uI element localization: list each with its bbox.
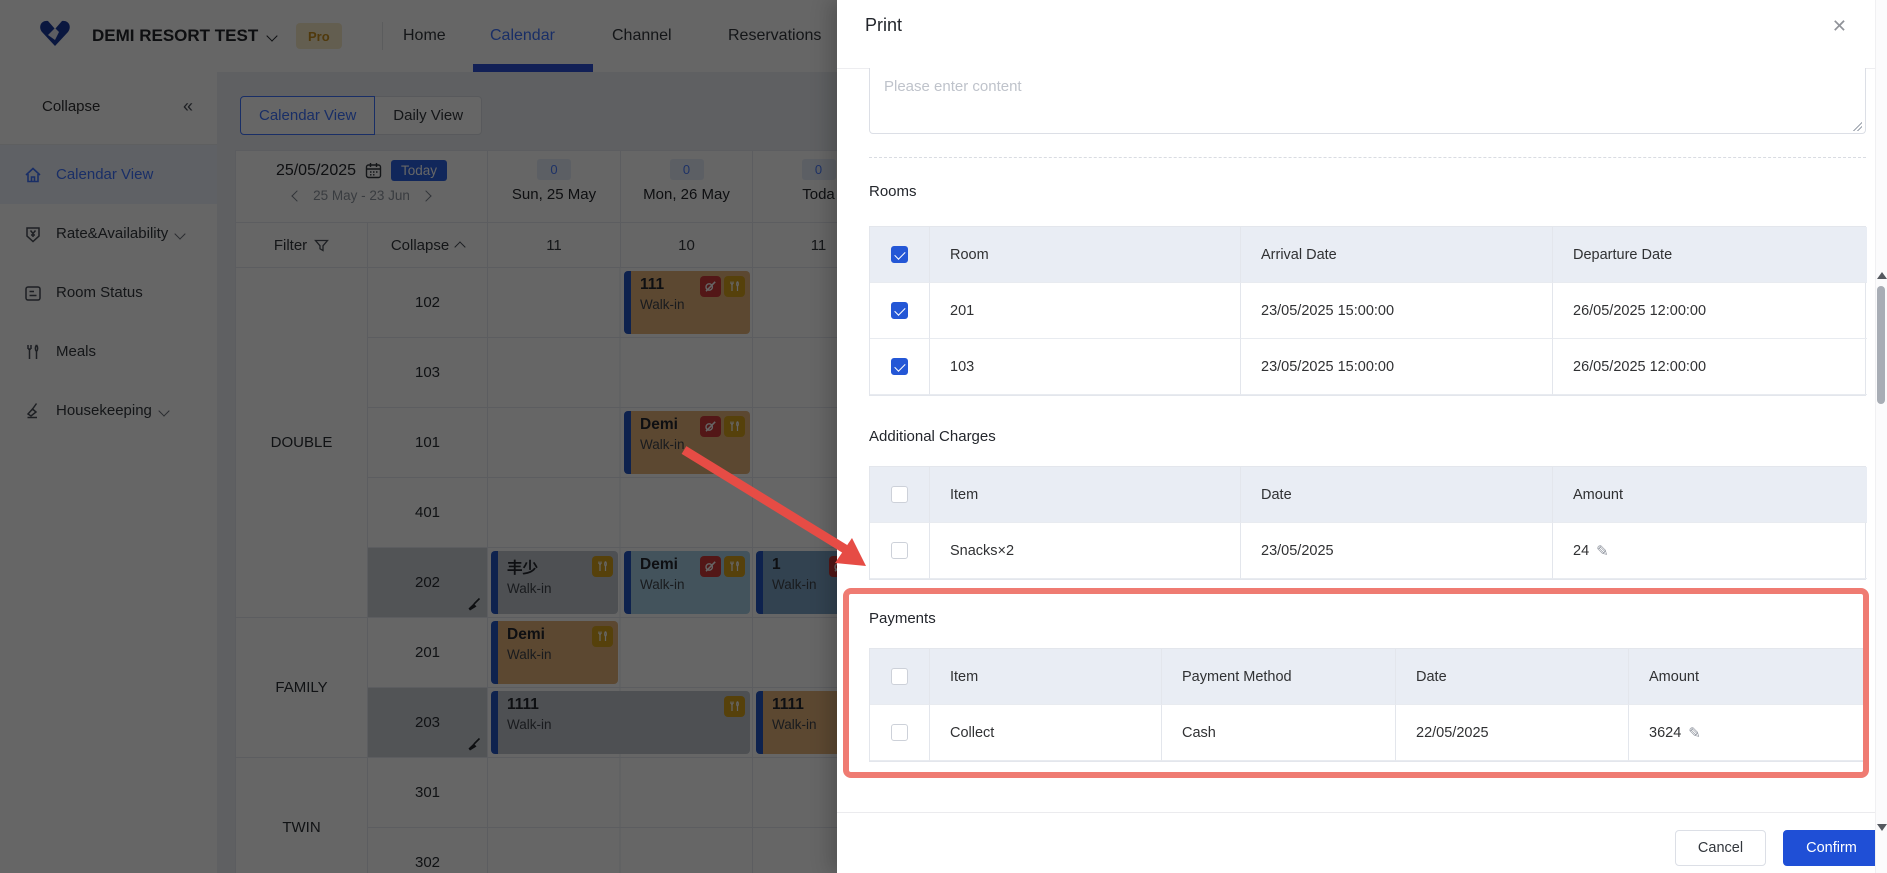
rooms-table: Room Arrival Date Departure Date 201 23/… (869, 226, 1867, 396)
dashed-divider (869, 157, 1866, 158)
rooms-select-all-checkbox[interactable] (891, 246, 908, 263)
charge-row-checkbox[interactable] (891, 542, 908, 559)
room-cell: 201 (930, 283, 1241, 339)
charges-select-all-checkbox[interactable] (891, 486, 908, 503)
payment-row-checkbox[interactable] (891, 724, 908, 741)
rooms-heading: Rooms (869, 183, 917, 200)
room-row-checkbox[interactable] (891, 302, 908, 319)
scroll-down-icon[interactable] (1877, 824, 1887, 831)
print-dialog: Print ✕ Rooms Room Arrival Date Departur… (837, 0, 1887, 873)
column-header: Item (930, 649, 1162, 705)
dialog-title: Print (865, 15, 903, 35)
close-icon[interactable]: ✕ (1832, 16, 1847, 37)
charges-table: Item Date Amount Snacks×2 23/05/2025 24 … (869, 466, 1867, 580)
payments-table: Item Payment Method Date Amount Collect … (869, 648, 1867, 762)
payments-select-all-checkbox[interactable] (891, 668, 908, 685)
payment-method-cell: Cash (1162, 705, 1396, 761)
edit-icon[interactable]: ✎ (1688, 724, 1701, 742)
room-row-checkbox[interactable] (891, 358, 908, 375)
charge-item-cell: Snacks×2 (930, 523, 1241, 579)
column-header: Payment Method (1162, 649, 1396, 705)
arrival-cell: 23/05/2025 15:00:00 (1241, 339, 1553, 395)
print-content-textarea[interactable] (869, 68, 1866, 134)
arrival-cell: 23/05/2025 15:00:00 (1241, 283, 1553, 339)
column-header: Departure Date (1553, 227, 1867, 283)
scroll-up-icon[interactable] (1877, 272, 1887, 279)
payment-date-cell: 22/05/2025 (1396, 705, 1629, 761)
charges-heading: Additional Charges (869, 428, 996, 445)
cancel-button[interactable]: Cancel (1675, 830, 1766, 866)
departure-cell: 26/05/2025 12:00:00 (1553, 339, 1867, 395)
payments-heading: Payments (869, 610, 936, 627)
amount-value: 3624 (1649, 724, 1682, 741)
payment-item-cell: Collect (930, 705, 1162, 761)
confirm-button[interactable]: Confirm (1783, 830, 1880, 866)
dialog-scrollbar-thumb[interactable] (1877, 286, 1885, 404)
room-cell: 103 (930, 339, 1241, 395)
dialog-scrollbar-track (1875, 0, 1887, 873)
column-header: Amount (1629, 649, 1867, 705)
column-header: Date (1241, 467, 1553, 523)
screen: DEMI RESORT TEST Pro Home Calendar Chann… (0, 0, 1887, 873)
column-header: Date (1396, 649, 1629, 705)
charge-date-cell: 23/05/2025 (1241, 523, 1553, 579)
payment-amount-cell: 3624 ✎ (1629, 705, 1867, 761)
charge-amount-cell: 24 ✎ (1553, 523, 1867, 579)
amount-value: 24 (1573, 542, 1590, 559)
dialog-footer-divider (837, 812, 1887, 813)
edit-icon[interactable]: ✎ (1596, 542, 1609, 560)
column-header: Arrival Date (1241, 227, 1553, 283)
departure-cell: 26/05/2025 12:00:00 (1553, 283, 1867, 339)
column-header: Room (930, 227, 1241, 283)
column-header: Amount (1553, 467, 1867, 523)
column-header: Item (930, 467, 1241, 523)
